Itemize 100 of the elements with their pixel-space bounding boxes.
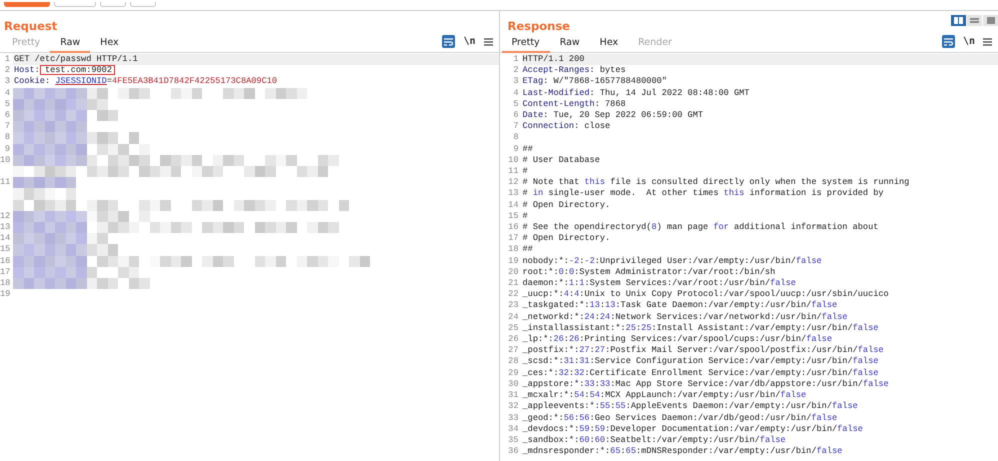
code-line: Last-Modified: Thu, 14 Jul 2022 08:48:00 GMT: [522, 88, 750, 99]
line-number: 4: [512, 88, 520, 99]
columns-icon: [954, 17, 963, 24]
wrap-lines-icon: [944, 38, 953, 46]
code-line: ETag: W/"7868-1657788480000": [522, 76, 668, 88]
line-number: 14: [0, 233, 12, 244]
square-icon: [986, 17, 994, 24]
code-line: _uucp:*:4:4:Unix to Unix Copy Protocol:/var/spool/uucp:/usr/sbin/uucico: [522, 289, 890, 300]
line-number: 30: [507, 378, 520, 390]
line-number: 18: [507, 244, 520, 256]
line-number: 9: [512, 144, 520, 155]
code-line: Connection: close: [522, 121, 612, 132]
line-number: 19: [507, 256, 520, 267]
code-line: _ces:*:32:32:Certificate Enrollment Service:/var/empty:/usr/bin/false: [522, 368, 880, 379]
line-number: 5: [4, 98, 11, 110]
code-line: _geod:*:56:56:Geo Services Daemon:/var/db/geod:/usr/bin/false: [522, 412, 838, 424]
line-number: 31: [507, 390, 520, 402]
code-line: #: [522, 210, 529, 222]
toolbar-button[interactable]: [54, 2, 96, 7]
code-line: Host: test.com:9002: [13, 65, 498, 76]
code-line: root:*:0:0:System Administrator:/var/root:/bin/sh: [522, 266, 776, 278]
code-line: ##: [522, 144, 534, 155]
newline-toggle[interactable]: \n: [463, 36, 476, 47]
view-tab[interactable]: Hex: [590, 35, 628, 53]
rows-icon: [970, 18, 979, 23]
menu-icon: [484, 38, 492, 46]
code-line: # User Database: [522, 154, 601, 166]
line-number: 16: [0, 256, 12, 267]
code-line: ##: [522, 244, 534, 256]
line-number: 3: [4, 76, 11, 88]
line-number: 22: [507, 289, 520, 300]
view-mode-button[interactable]: [967, 15, 982, 26]
code-line: _mcxalr:*:54:54:MCX AppLaunch:/var/empty:/usr/bin/false: [522, 390, 808, 402]
view-mode-button[interactable]: [951, 15, 966, 26]
newline-toggle[interactable]: \n: [962, 36, 975, 47]
menu-icon: [983, 38, 992, 46]
pane-title: Request: [4, 19, 58, 33]
view-mode-button[interactable]: [983, 15, 998, 26]
line-number: 2: [4, 65, 11, 76]
line-number: 12: [507, 177, 520, 188]
line-number: 17: [0, 266, 12, 278]
code-line: # See the opendirectoryd(8) man page for additional information about: [522, 222, 880, 234]
line-number: 11: [507, 166, 520, 178]
line-number: 32: [507, 401, 520, 412]
code-line: Date: Tue, 20 Sep 2022 06:59:00 GMT: [522, 110, 704, 122]
line-number: 16: [507, 222, 520, 234]
code-line: Content-Length: 7868: [522, 98, 627, 110]
menu-button[interactable]: [983, 38, 992, 46]
line-number: 24: [507, 312, 520, 323]
line-number: 10: [507, 154, 520, 166]
wrap-lines-icon: [444, 38, 454, 46]
line-number: 9: [4, 144, 11, 155]
line-number: 3: [512, 76, 520, 88]
line-number: 20: [507, 266, 520, 278]
line-number: 35: [507, 434, 520, 446]
code-line: #: [522, 166, 529, 178]
wrap-lines-button[interactable]: [442, 35, 456, 48]
line-number: 6: [512, 110, 520, 122]
line-number: 34: [507, 424, 520, 435]
pane-title: Response: [508, 19, 570, 33]
line-number: 8: [4, 132, 11, 144]
line-number: 6: [4, 110, 11, 122]
toolbar-button[interactable]: [4, 2, 50, 7]
code-line: # Open Directory.: [522, 233, 612, 244]
line-number: 12: [0, 210, 12, 222]
line-number: 15: [0, 244, 12, 256]
code-line: nobody:*:-2:-2:Unprivileged User:/var/empty:/usr/bin/false: [522, 256, 823, 267]
code-line: _scsd:*:31:31:Service Configuration Service:/var/empty:/usr/bin/false: [522, 356, 880, 368]
toolbar-button[interactable]: [130, 2, 156, 7]
line-number: 2: [512, 65, 520, 76]
line-number: 1: [4, 54, 11, 66]
menu-button[interactable]: [484, 38, 492, 46]
line-number: 23: [507, 300, 520, 312]
wrap-lines-button[interactable]: [942, 35, 955, 48]
line-number: 36: [507, 446, 520, 458]
line-number: 10: [0, 154, 12, 166]
line-number: 5: [512, 98, 520, 110]
code-line: # in single-user mode. At other times this information is provided by: [522, 188, 885, 200]
line-number: 15: [507, 210, 520, 222]
code-line: # Open Directory.: [522, 200, 612, 211]
line-number: 33: [507, 412, 520, 424]
line-number: 18: [0, 278, 12, 290]
view-tab[interactable]: Hex: [90, 35, 129, 53]
toolbar-button[interactable]: [100, 2, 126, 7]
code-line: _mdnsresponder:*:65:65:mDNSResponder:/var/empty:/usr/bin/false: [522, 446, 844, 458]
line-number: 26: [507, 334, 520, 346]
view-tab[interactable]: Raw: [550, 35, 590, 53]
code-line: _taskgated:*:13:13:Task Gate Daemon:/var/empty:/usr/bin/false: [522, 300, 838, 312]
line-number: 8: [512, 132, 520, 144]
line-number: 29: [507, 368, 520, 379]
line-number: 4: [4, 88, 11, 99]
code-line: _devdocs:*:59:59:Developer Documentation:/var/empty:/usr/bin/false: [522, 424, 864, 435]
code-line: _networkd:*:24:24:Network Services:/var/networkd:/usr/bin/false: [522, 312, 848, 323]
code-line: _appleevents:*:55:55:AppleEvents Daemon:/var/empty:/usr/bin/false: [522, 401, 859, 412]
code-line: daemon:*:1:1:System Services:/var/root:/usr/bin/false: [522, 278, 797, 290]
line-number: 13: [0, 222, 12, 234]
line-number: 28: [507, 356, 520, 368]
code-line: # Note that this file is consulted directly only when the system is running: [522, 177, 910, 188]
line-number: 1: [512, 54, 520, 66]
line-number: 21: [507, 278, 520, 290]
